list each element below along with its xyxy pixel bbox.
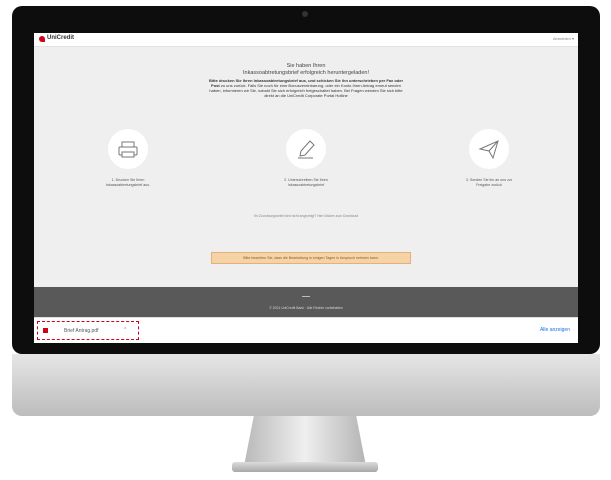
footer-legal-text: © 2024 UniCredit Bank · Alle Rechte vorb… <box>269 306 343 310</box>
notice-banner: Bitte beachten Sie, dass die Bearbeitung… <box>211 252 411 264</box>
downloaded-file-item[interactable]: Brief Antrag.pdf ^ <box>37 321 139 340</box>
step-sign <box>286 129 326 169</box>
step-sign-label: 2. Unterschreiben Sie Ihren Inkassoabtre… <box>284 178 328 187</box>
step-print-label: 1. Drucken Sie Ihren Inkassoabtretungsbr… <box>105 178 151 187</box>
intro-rest-text: zu uns zurück. Falls Sie noch für eine B… <box>209 83 403 98</box>
headline-line-2: Inkassoabtretungsbrief erfolgreich herun… <box>243 70 369 76</box>
download-again-link[interactable]: Ihr Zuordnungsbrief wird nicht angezeigt… <box>206 214 406 218</box>
browser-download-bar: Brief Antrag.pdf ^ Alle anzeigen <box>34 317 578 343</box>
top-navigation: UniCredit Abmelden ▾ <box>34 33 578 47</box>
browser-screen: UniCredit Abmelden ▾ Sie haben Ihren Ink… <box>34 33 578 343</box>
monitor-chin <box>12 354 600 416</box>
show-all-downloads-link[interactable]: Alle anzeigen <box>540 327 570 333</box>
footer-divider <box>302 296 310 297</box>
main-content: Sie haben Ihren Inkassoabtretungsbrief e… <box>34 47 578 287</box>
pen-icon <box>298 140 315 159</box>
webcam-icon <box>302 11 308 17</box>
page-title: Sie haben Ihren Inkassoabtretungsbrief e… <box>184 63 428 77</box>
downloaded-file-name[interactable]: Brief Antrag.pdf <box>64 328 98 334</box>
intro-text: Bitte drucken Sie Ihren Inkassoabtretung… <box>206 78 406 98</box>
step-send-label: 3. Senden Sie ihn an uns zur Freigabe zu… <box>465 178 513 187</box>
send-icon <box>478 140 499 160</box>
step-print <box>108 129 148 169</box>
logo-text[interactable]: UniCredit <box>47 35 74 41</box>
user-menu[interactable]: Abmelden ▾ <box>553 36 574 41</box>
unicredit-logo-icon <box>39 36 45 42</box>
headline-line-1: Sie haben Ihren <box>286 63 326 69</box>
step-send <box>469 129 509 169</box>
monitor-base <box>232 462 378 472</box>
chevron-up-icon[interactable]: ^ <box>124 327 126 333</box>
pdf-file-icon <box>43 328 48 333</box>
printer-icon <box>118 141 138 158</box>
monitor-stand <box>244 416 366 466</box>
page-footer: © 2024 UniCredit Bank · Alle Rechte vorb… <box>34 287 578 317</box>
